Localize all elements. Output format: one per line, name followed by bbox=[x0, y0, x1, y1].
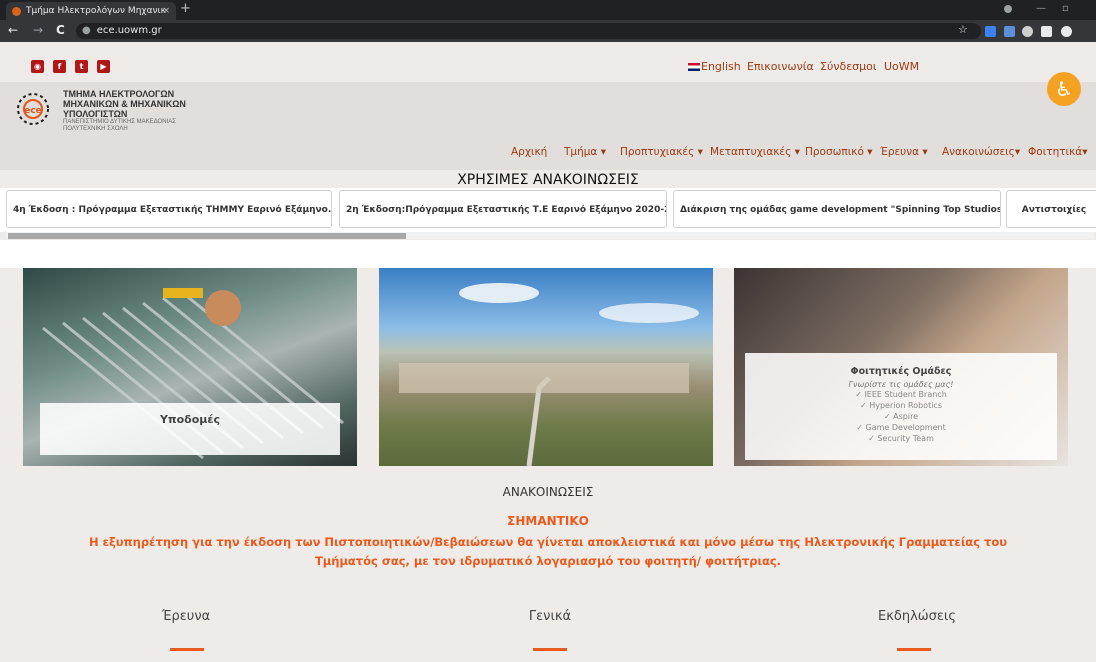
maximize-icon[interactable]: ▫ bbox=[1062, 3, 1069, 14]
scrollbar-thumb[interactable] bbox=[8, 233, 406, 239]
nav-staff[interactable]: Προσωπικό ▾ bbox=[805, 146, 873, 158]
dept-name-line1: ΤΜΗΜΑ ΗΛΕΚΤΡΟΛΟΓΩΝ bbox=[63, 89, 175, 99]
favicon-icon bbox=[12, 7, 21, 16]
student-teams-panel: Φοιτητικές Ομάδες Γνωρίστε τις ομάδες μα… bbox=[745, 353, 1057, 460]
nav-announcements[interactable]: Ανακοινώσεις▾ bbox=[942, 146, 1020, 158]
link-uowm[interactable]: UoWM bbox=[884, 60, 919, 73]
dept-name-line2: ΜΗΧΑΝΙΚΩΝ & ΜΗΧΑΝΙΚΩΝ bbox=[63, 99, 186, 109]
link-english[interactable]: English bbox=[701, 60, 741, 73]
extension-check-icon[interactable] bbox=[985, 26, 996, 37]
team-item: ✓ Aspire bbox=[883, 412, 919, 421]
extensions-puzzle-icon[interactable] bbox=[1041, 26, 1052, 37]
important-heading: ΣΗΜΑΝΤΙΚΟ bbox=[507, 514, 589, 528]
svg-text:ece: ece bbox=[24, 106, 42, 116]
announcements-title: ΑΝΑΚΟΙΝΩΣΕΙΣ bbox=[502, 485, 594, 499]
new-tab-button[interactable]: + bbox=[180, 1, 191, 16]
url-text: ece.uowm.gr bbox=[96, 25, 162, 36]
student-teams-tile[interactable]: Φοιτητικές Ομάδες Γνωρίστε τις ομάδες μα… bbox=[734, 268, 1068, 466]
uk-flag-icon bbox=[688, 63, 700, 71]
back-button[interactable]: ← bbox=[8, 23, 18, 37]
team-item: ✓ Security Team bbox=[868, 434, 934, 443]
team-item: ✓ Game Development bbox=[856, 423, 946, 432]
nav-home[interactable]: Αρχική bbox=[511, 146, 547, 158]
profile-icon[interactable] bbox=[1004, 5, 1012, 13]
infrastructure-label: Υποδομές bbox=[40, 403, 340, 455]
address-bar[interactable]: ● ece.uowm.gr bbox=[76, 23, 981, 39]
nav-postgraduate[interactable]: Μεταπτυχιακές ▾ bbox=[710, 146, 800, 158]
team-item: ✓ IEEE Student Branch bbox=[855, 390, 947, 399]
infrastructure-tile[interactable]: Υποδομές bbox=[23, 268, 357, 466]
nav-department[interactable]: Τμήμα ▾ bbox=[564, 146, 606, 158]
announcement-card[interactable]: 2η Έκδοση:Πρόγραμμα Εξεταστικής Τ.Ε Εαρι… bbox=[339, 190, 667, 228]
twitter-icon[interactable]: t bbox=[75, 60, 88, 73]
extension-gear-icon[interactable] bbox=[1022, 26, 1033, 37]
top-strip bbox=[0, 42, 1096, 82]
nav-undergraduate[interactable]: Προπτυχιακές ▾ bbox=[620, 146, 703, 158]
browser-tab[interactable]: Τμήμα Ηλεκτρολόγων Μηχανικ × bbox=[6, 2, 176, 20]
category-underline bbox=[897, 648, 931, 651]
reload-button[interactable]: C bbox=[56, 23, 65, 37]
nav-student[interactable]: Φοιτητικά▾ bbox=[1028, 146, 1087, 158]
ece-logo[interactable]: ece bbox=[10, 86, 56, 132]
announcement-card[interactable]: Αντιστοιχίες bbox=[1006, 190, 1096, 228]
school-name: ΠΟΛΥΤΕΧΝΙΚΗ ΣΧΟΛΗ bbox=[63, 126, 128, 132]
city-photo bbox=[379, 268, 713, 466]
dept-name-line3: ΥΠΟΛΟΓΙΣΤΩΝ bbox=[63, 109, 128, 119]
extension-icon[interactable] bbox=[1004, 26, 1015, 37]
accessibility-icon[interactable]: ♿ bbox=[1047, 72, 1081, 106]
minimize-icon[interactable]: — bbox=[1036, 3, 1046, 14]
announcement-card[interactable]: 4η Έκδοση : Πρόγραμμα Εξεταστικής ΤΗΜΜΥ … bbox=[6, 190, 332, 228]
student-teams-subtitle: Γνωρίστε τις ομάδες μας! bbox=[848, 380, 954, 389]
category-underline bbox=[170, 648, 204, 651]
student-teams-list: ✓ IEEE Student Branch ✓ Hyperion Robotic… bbox=[745, 389, 1057, 444]
forward-button[interactable]: → bbox=[33, 23, 43, 37]
useful-announcements-title: ΧΡΗΣΙΜΕΣ ΑΝΑΚΟΙΝΩΣΕΙΣ bbox=[457, 172, 639, 188]
youtube-icon[interactable]: ▶ bbox=[97, 60, 110, 73]
category-general[interactable]: Γενικά bbox=[450, 609, 650, 624]
announcement-card[interactable]: Διάκριση της ομάδας game development "Sp… bbox=[673, 190, 1001, 228]
tab-close-icon[interactable]: × bbox=[162, 2, 170, 20]
link-contact[interactable]: Επικοινωνία bbox=[747, 60, 814, 73]
spacer bbox=[0, 240, 1096, 268]
rss-icon[interactable]: ◉ bbox=[31, 60, 44, 73]
bookmark-star-icon[interactable]: ☆ bbox=[958, 23, 968, 36]
student-teams-title: Φοιτητικές Ομάδες bbox=[850, 366, 952, 377]
category-underline bbox=[533, 648, 567, 651]
category-events[interactable]: Εκδηλώσεις bbox=[817, 609, 1017, 624]
lock-icon: ● bbox=[82, 25, 91, 36]
category-research[interactable]: Έρευνα bbox=[86, 609, 286, 624]
link-links[interactable]: Σύνδεσμοι bbox=[820, 60, 877, 73]
important-message-line1: Η εξυπηρέτηση για την έκδοση των Πιστοπο… bbox=[88, 535, 1008, 549]
tab-title: Τμήμα Ηλεκτρολόγων Μηχανικ bbox=[26, 6, 166, 16]
important-message-line2: Τμήματός σας, με τον ιδρυματικό λογαριασ… bbox=[314, 554, 782, 568]
university-name: ΠΑΝΕΠΙΣΤΗΜΙΟ ΔΥΤΙΚΗΣ ΜΑΚΕΔΟΝΙΑΣ bbox=[63, 119, 176, 125]
account-icon[interactable] bbox=[1061, 26, 1072, 37]
team-item: ✓ Hyperion Robotics bbox=[859, 401, 942, 410]
nav-research[interactable]: Έρευνα ▾ bbox=[880, 146, 928, 158]
city-road-photo bbox=[399, 283, 699, 466]
facebook-icon[interactable]: f bbox=[53, 60, 66, 73]
